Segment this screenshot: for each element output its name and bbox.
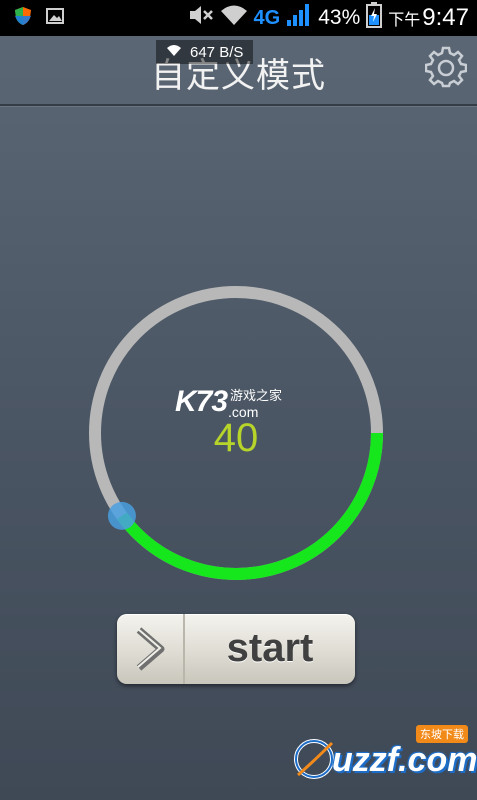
uzzf-badge: 东坡下载 <box>416 725 468 743</box>
start-arrow-box <box>117 614 185 684</box>
network-type: 4G <box>253 6 281 29</box>
wifi-icon <box>166 43 182 61</box>
k73-logo-cn: 游戏之家 <box>230 388 283 403</box>
settings-button[interactable] <box>424 46 468 88</box>
clock-ampm: 下午 <box>388 12 421 29</box>
network-speed-overlay: 647 B/S <box>156 40 254 64</box>
image-icon <box>46 7 64 29</box>
wifi-icon <box>220 4 248 32</box>
start-button[interactable]: start <box>117 614 355 684</box>
header-divider <box>0 104 477 106</box>
status-bar: 4G 43% 下午9:47 <box>0 0 477 36</box>
dial-value: 40 <box>213 416 259 460</box>
shield-icon <box>14 6 32 31</box>
clock-time: 9:47 <box>422 4 469 31</box>
battery-icon <box>366 2 383 34</box>
uzzf-logo-icon <box>294 739 334 779</box>
gear-icon <box>424 46 468 88</box>
signal-icon <box>286 3 312 33</box>
clock: 下午9:47 <box>388 4 469 32</box>
chevron-right-icon <box>136 627 165 671</box>
battery-percent: 43% <box>318 6 361 29</box>
uzzf-text: uzzf.com <box>332 740 477 779</box>
uzzf-watermark: uzzf.com 东坡下载 <box>292 725 477 785</box>
dial-knob[interactable] <box>107 501 136 530</box>
mute-icon <box>188 4 214 32</box>
k73-watermark: K73 游戏之家 .com <box>175 385 282 420</box>
k73-logo-text: K73 <box>175 385 228 418</box>
speed-text: 647 B/S <box>190 43 244 61</box>
start-label: start <box>226 626 314 670</box>
